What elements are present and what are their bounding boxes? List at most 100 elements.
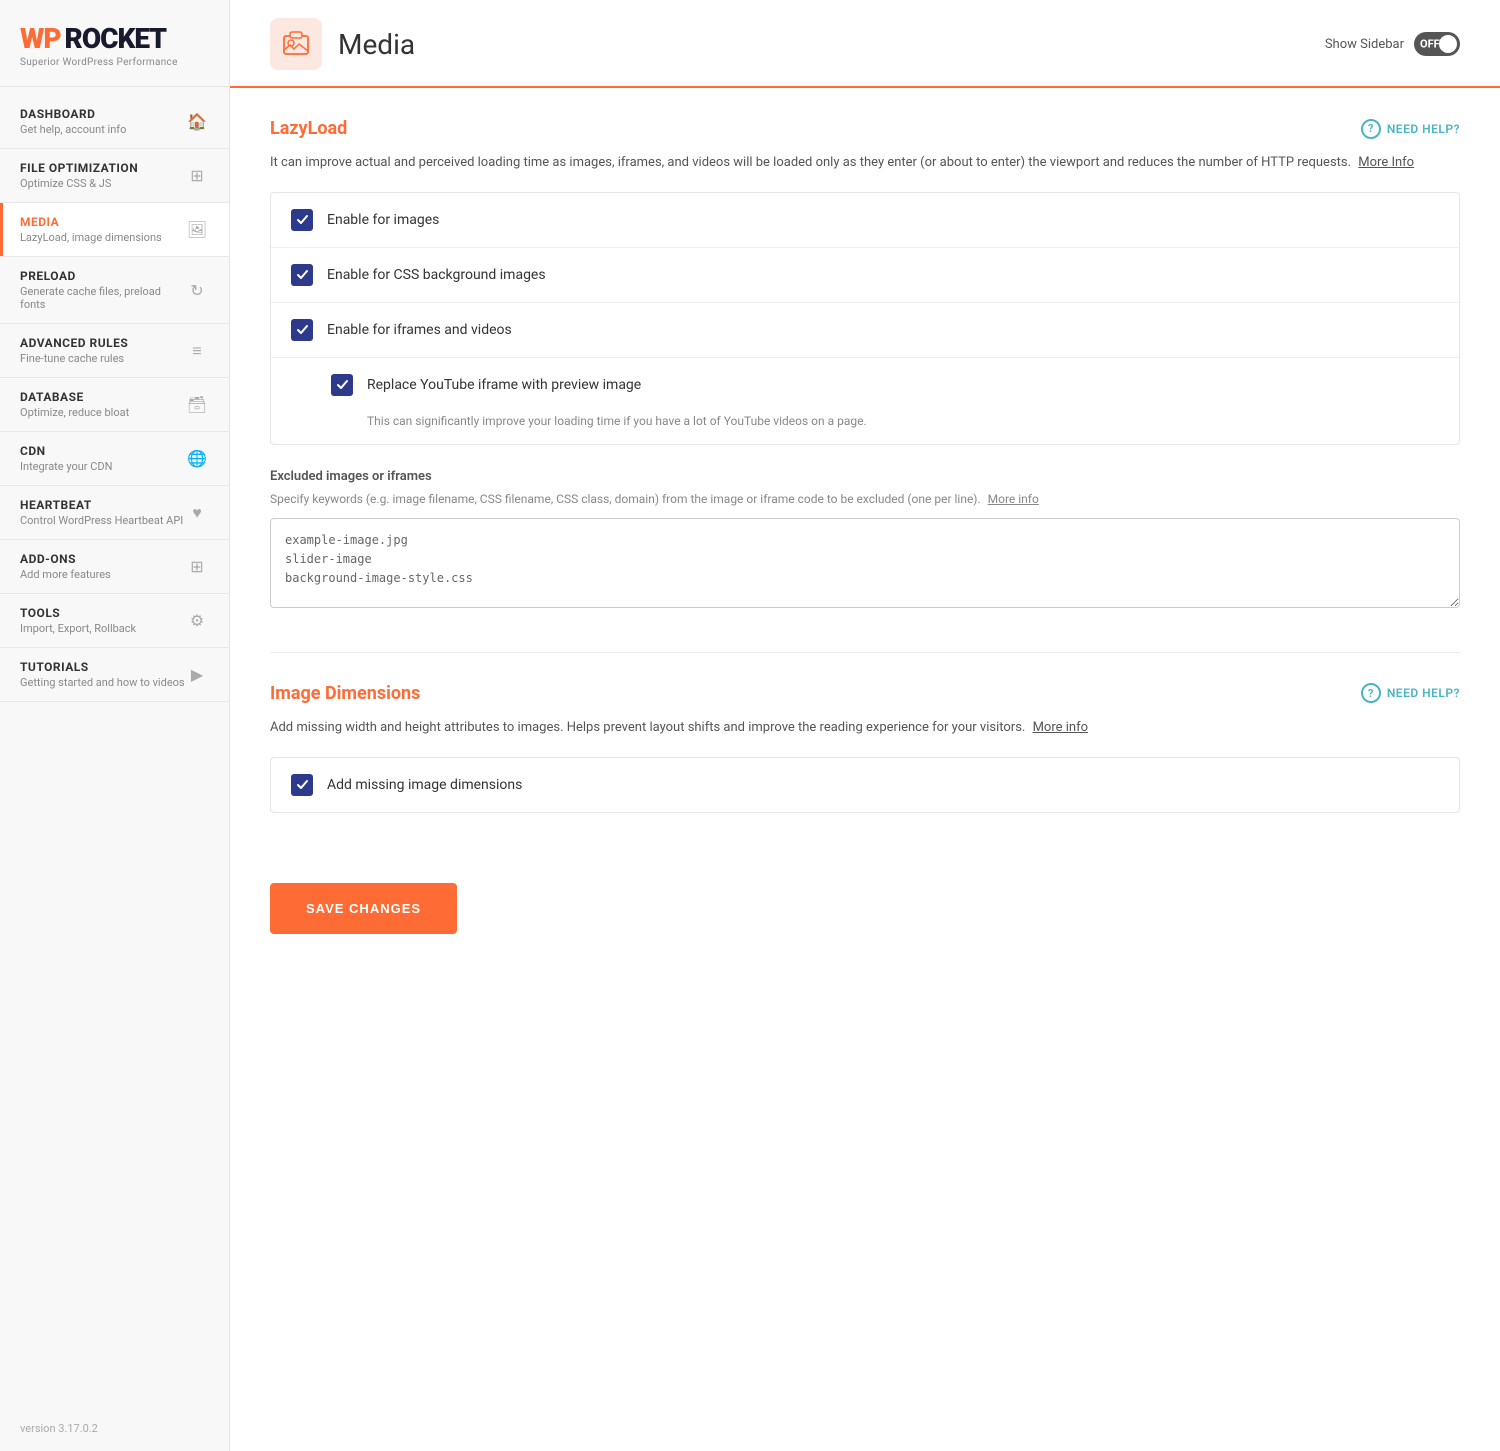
sidebar-item-advanced-rules[interactable]: ADVANCED RULES Fine-tune cache rules ≡ [0,324,229,378]
lazyload-title: LazyLoad [270,118,347,139]
lazyload-desc: It can improve actual and perceived load… [270,153,1460,174]
nav-item-subtitle-cdn: Integrate your CDN [20,460,112,473]
nav-item-icon-tutorials: ▶ [185,663,209,687]
sidebar-item-media[interactable]: MEDIA LazyLoad, image dimensions 🖼 [0,203,229,257]
nav-item-icon-file-optimization: ⊞ [185,164,209,188]
nav-item-title-tools: TOOLS [20,606,136,620]
image-dimensions-header: Image Dimensions ? NEED HELP? [270,683,1460,704]
sidebar-item-dashboard[interactable]: DASHBOARD Get help, account info 🏠 [0,95,229,149]
page-title: Media [338,28,415,61]
save-changes-button[interactable]: SAVE CHANGES [270,883,457,934]
image-dims-more-info-link[interactable]: More info [1033,720,1088,735]
need-help-label: NEED HELP? [1387,122,1460,136]
nav-item-icon-add-ons: ⊞ [185,555,209,579]
nav-item-icon-preload: ↻ [185,278,209,302]
main-header: Media Show Sidebar OFF [230,0,1500,88]
option-label-add-dims: Add missing image dimensions [327,777,522,793]
nav-item-subtitle-preload: Generate cache files, preload fonts [20,285,185,311]
image-dimensions-desc: Add missing width and height attributes … [270,718,1460,739]
sidebar-item-heartbeat[interactable]: HEARTBEAT Control WordPress Heartbeat AP… [0,486,229,540]
excluded-more-info-link[interactable]: More info [988,492,1039,506]
nav-item-icon-cdn: 🌐 [185,447,209,471]
show-sidebar-label: Show Sidebar [1325,37,1404,52]
sidebar-item-tools[interactable]: TOOLS Import, Export, Rollback ⚙ [0,594,229,648]
sidebar-item-file-optimization[interactable]: FILE OPTIMIZATION Optimize CSS & JS ⊞ [0,149,229,203]
need-help-label-dims: NEED HELP? [1387,686,1460,700]
nav-item-icon-advanced-rules: ≡ [185,339,209,363]
nav-item-title-heartbeat: HEARTBEAT [20,498,183,512]
nav-item-title-database: DATABASE [20,390,129,404]
nav-item-icon-database: 🗃 [185,393,209,417]
nav-item-subtitle-file-optimization: Optimize CSS & JS [20,177,138,190]
lazyload-section: LazyLoad ? NEED HELP? It can improve act… [270,118,1460,612]
header-left: Media [270,18,415,70]
option-row-iframes: Enable for iframes and videos [271,303,1459,358]
lazyload-need-help[interactable]: ? NEED HELP? [1361,119,1460,139]
page-icon [270,18,322,70]
lazyload-options-box: Enable for images Enable for CSS backgro… [270,192,1460,445]
nav-item-subtitle-tutorials: Getting started and how to videos [20,676,185,689]
sidebar-toggle[interactable]: Show Sidebar OFF [1325,32,1460,56]
nav-item-title-add-ons: ADD-ONS [20,552,111,566]
logo-tagline: Superior WordPress Performance [20,57,209,68]
section-divider [270,652,1460,653]
option-label-iframes: Enable for iframes and videos [327,322,512,338]
option-row-add-dims: Add missing image dimensions [271,758,1459,812]
sidebar-item-cdn[interactable]: CDN Integrate your CDN 🌐 [0,432,229,486]
youtube-note: This can significantly improve your load… [367,414,867,428]
excluded-desc: Specify keywords (e.g. image filename, C… [270,490,1460,508]
option-row-youtube: Replace YouTube iframe with preview imag… [271,358,1459,444]
sidebar: WP ROCKET Superior WordPress Performance… [0,0,230,1451]
nav-item-title-media: MEDIA [20,215,162,229]
nav-item-title-tutorials: TUTORIALS [20,660,185,674]
image-dimensions-section: Image Dimensions ? NEED HELP? Add missin… [270,683,1460,813]
nav-item-subtitle-advanced-rules: Fine-tune cache rules [20,352,128,365]
lazyload-more-info-link[interactable]: More Info [1358,155,1414,170]
nav-item-subtitle-dashboard: Get help, account info [20,123,126,136]
main-area: Media Show Sidebar OFF LazyLoad ? NEED H… [230,0,1500,1451]
checkbox-enable-css-bg[interactable] [291,264,313,286]
image-dimensions-title: Image Dimensions [270,683,420,704]
toggle-off-label: OFF [1420,38,1440,51]
youtube-label-wrap: Replace YouTube iframe with preview imag… [331,374,641,396]
excluded-title: Excluded images or iframes [270,469,1460,484]
sidebar-item-database[interactable]: DATABASE Optimize, reduce bloat 🗃 [0,378,229,432]
option-row-images: Enable for images [271,193,1459,248]
nav-item-subtitle-media: LazyLoad, image dimensions [20,231,162,244]
excluded-section: Excluded images or iframes Specify keywo… [270,469,1460,612]
nav-item-title-preload: PRELOAD [20,269,185,283]
option-row-css-bg: Enable for CSS background images [271,248,1459,303]
nav-item-title-file-optimization: FILE OPTIMIZATION [20,161,138,175]
nav-item-icon-tools: ⚙ [185,609,209,633]
sidebar-item-preload[interactable]: PRELOAD Generate cache files, preload fo… [0,257,229,324]
sidebar-nav: DASHBOARD Get help, account info 🏠 FILE … [0,87,229,1406]
nav-item-subtitle-add-ons: Add more features [20,568,111,581]
checkbox-enable-iframes[interactable] [291,319,313,341]
nav-item-subtitle-tools: Import, Export, Rollback [20,622,136,635]
nav-item-icon-dashboard: 🏠 [185,110,209,134]
excluded-textarea[interactable] [270,518,1460,608]
lazyload-header: LazyLoad ? NEED HELP? [270,118,1460,139]
option-label-css-bg: Enable for CSS background images [327,267,546,283]
nav-item-title-advanced-rules: ADVANCED RULES [20,336,128,350]
image-dimensions-options-box: Add missing image dimensions [270,757,1460,813]
checkbox-enable-images[interactable] [291,209,313,231]
logo-wp: WP [20,22,61,55]
option-label-images: Enable for images [327,212,439,228]
main-content: LazyLoad ? NEED HELP? It can improve act… [230,88,1500,1451]
image-dimensions-need-help[interactable]: ? NEED HELP? [1361,683,1460,703]
sidebar-version: version 3.17.0.2 [0,1406,229,1451]
logo: WP ROCKET Superior WordPress Performance [0,0,229,87]
help-icon: ? [1361,119,1381,139]
nav-item-title-cdn: CDN [20,444,112,458]
sidebar-item-tutorials[interactable]: TUTORIALS Getting started and how to vid… [0,648,229,702]
checkbox-replace-youtube[interactable] [331,374,353,396]
nav-item-icon-media: 🖼 [185,218,209,242]
option-label-youtube: Replace YouTube iframe with preview imag… [367,377,641,393]
checkbox-add-dims[interactable] [291,774,313,796]
help-icon-dims: ? [1361,683,1381,703]
sidebar-item-add-ons[interactable]: ADD-ONS Add more features ⊞ [0,540,229,594]
nav-item-subtitle-database: Optimize, reduce bloat [20,406,129,419]
toggle-switch[interactable]: OFF [1414,32,1460,56]
nav-item-subtitle-heartbeat: Control WordPress Heartbeat API [20,514,183,527]
